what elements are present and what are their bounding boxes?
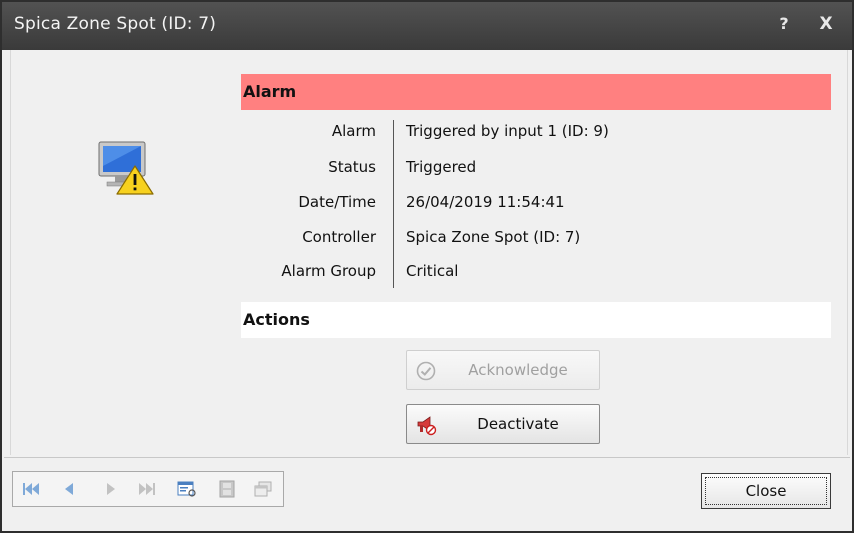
controller-value: Spica Zone Spot (ID: 7) [406,228,581,246]
deactivate-label: Deactivate [477,415,559,433]
close-button[interactable]: Close [701,473,831,509]
details-view-icon[interactable] [177,480,197,498]
datetime-label: Date/Time [298,193,376,211]
title-bar[interactable]: Spica Zone Spot (ID: 7) ? X [2,2,852,50]
acknowledge-label: Acknowledge [468,361,568,379]
controller-label: Controller [302,228,376,246]
field-divider [393,120,394,288]
close-label: Close [745,482,787,500]
last-record-icon[interactable] [137,480,157,498]
dialog-footer: Close [4,457,850,528]
monitor-warning-icon [98,141,154,195]
status-label: Status [328,158,376,176]
alarm-value: Triggered by input 1 (ID: 9) [406,122,609,140]
previous-record-icon[interactable] [59,480,79,498]
check-circle-icon [416,361,436,381]
deactivate-button[interactable]: Deactivate [406,404,600,444]
alarm-group-value: Critical [406,262,459,280]
film-strip-icon[interactable] [217,480,237,498]
actions-section-header: Actions [241,302,831,338]
windows-icon[interactable] [253,480,273,498]
status-value: Triggered [406,158,477,176]
datetime-value: 26/04/2019 11:54:41 [406,193,565,211]
help-button[interactable]: ? [772,12,796,36]
close-window-button[interactable]: X [814,12,838,36]
acknowledge-button[interactable]: Acknowledge [406,350,600,390]
window-title: Spica Zone Spot (ID: 7) [14,14,217,34]
dialog-body [10,50,848,455]
alarm-section-header: Alarm [241,74,831,110]
next-record-icon[interactable] [101,480,121,498]
megaphone-off-icon [417,416,437,436]
first-record-icon[interactable] [21,480,41,498]
alarm-group-label: Alarm Group [281,262,376,280]
record-navigation-toolbar [12,471,284,507]
alarm-dialog-window: Spica Zone Spot (ID: 7) ? X Alarm Alarm … [0,0,854,533]
alarm-label: Alarm [331,122,376,140]
